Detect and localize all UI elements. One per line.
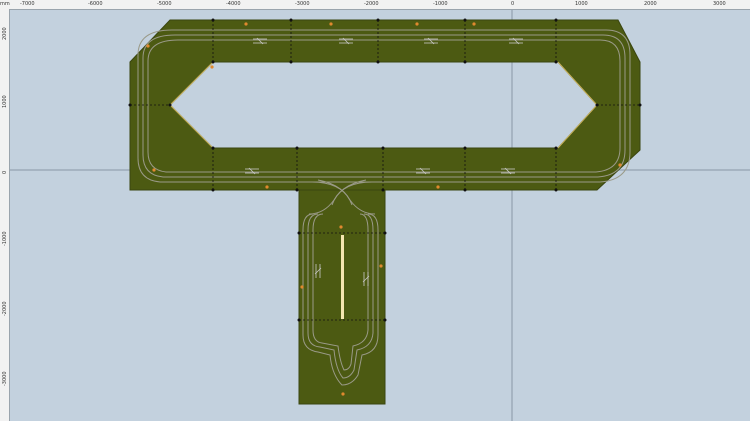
ruler-tick-label: 0 xyxy=(2,170,8,174)
track-plan-canvas[interactable] xyxy=(0,0,750,421)
ruler-tick-label: 1000 xyxy=(2,95,8,108)
ruler-tick-label: 2000 xyxy=(2,27,8,40)
ruler-unit: mm xyxy=(0,0,10,9)
ruler-tick-label: -7000 xyxy=(20,1,35,7)
ruler-tick-label: -3000 xyxy=(2,371,8,386)
ruler-tick-label: -6000 xyxy=(88,1,103,7)
ruler-tick-label: 3000 xyxy=(713,1,726,7)
ruler-tick-label: -1000 xyxy=(433,1,448,7)
ruler-tick-label: 1000 xyxy=(575,1,588,7)
ruler-tick-label: 2000 xyxy=(644,1,657,7)
ruler-tick-label: -2000 xyxy=(2,301,8,316)
baseboard-inner-edge xyxy=(169,61,598,149)
ruler-tick-label: -3000 xyxy=(295,1,310,7)
vertical-ruler[interactable] xyxy=(0,9,10,421)
ruler-tick-label: -5000 xyxy=(157,1,172,7)
baseboard-loop[interactable] xyxy=(129,19,641,191)
ruler-tick-label: 0 xyxy=(511,1,515,7)
ruler-tick-label: -1000 xyxy=(2,231,8,246)
ruler-tick-label: -4000 xyxy=(226,1,241,7)
layout-editor-canvas[interactable]: mm -7000 -6000 -5000 -4000 -3000 -2000 -… xyxy=(0,0,750,421)
ruler-tick-label: -2000 xyxy=(364,1,379,7)
platform-strip[interactable] xyxy=(341,235,344,319)
